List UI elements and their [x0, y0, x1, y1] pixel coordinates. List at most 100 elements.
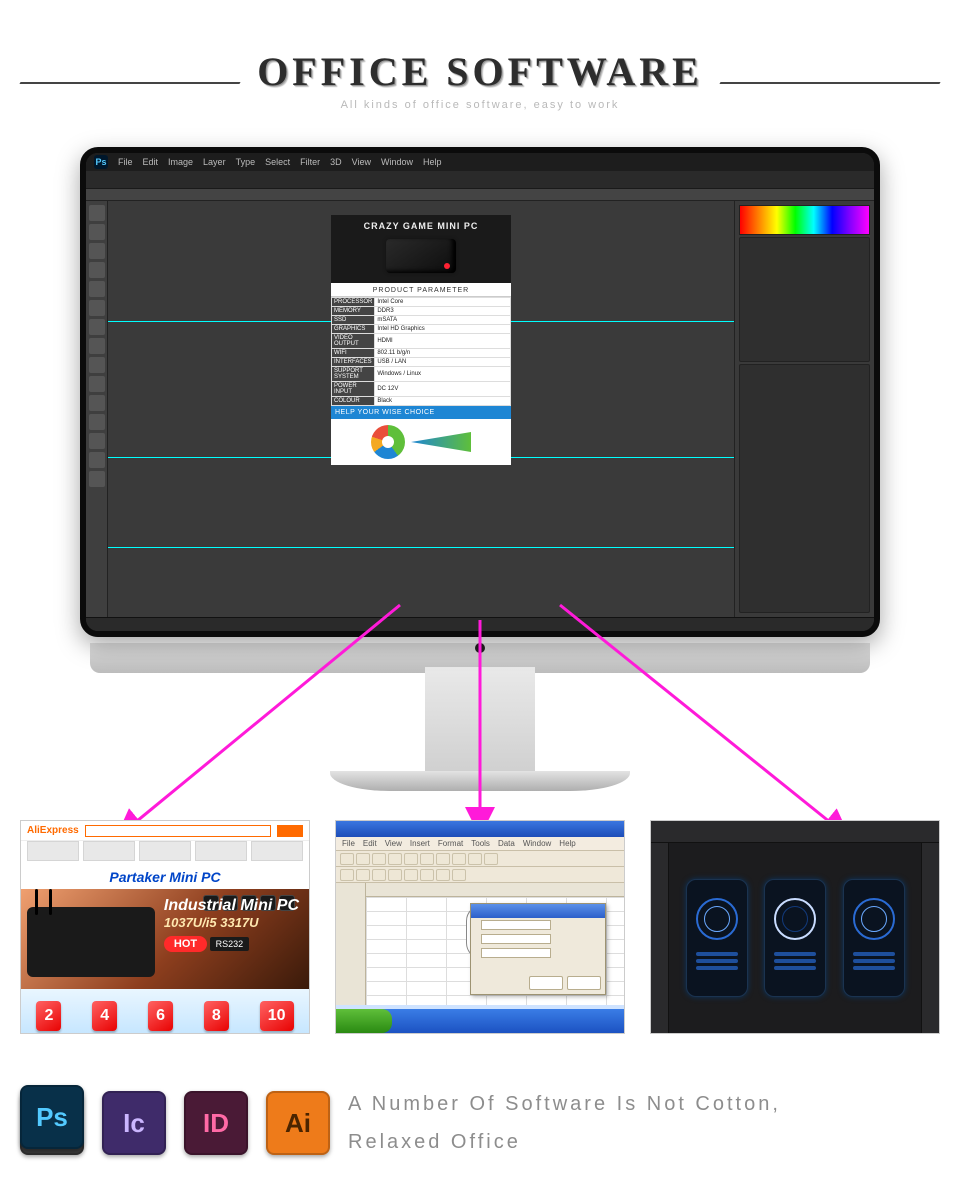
ps-menubar[interactable]: Ps File Edit Image Layer Type Select Fil… — [86, 153, 874, 171]
mockup-phone[interactable] — [764, 879, 826, 997]
toolbar-button-icon[interactable] — [436, 869, 450, 881]
menu-item[interactable]: Help — [559, 839, 575, 848]
ps-menu-item[interactable]: Type — [236, 157, 256, 167]
dt-right-panel[interactable] — [921, 843, 939, 1033]
toolbar-button-icon[interactable] — [484, 853, 498, 865]
shape-tool-icon[interactable] — [89, 433, 105, 449]
windows-taskbar[interactable] — [336, 1009, 624, 1033]
product-thumb[interactable] — [195, 841, 247, 861]
toolbar-button-icon[interactable] — [340, 853, 354, 865]
menu-item[interactable]: File — [342, 839, 355, 848]
excel-menubar[interactable]: File Edit View Insert Format Tools Data … — [336, 837, 624, 851]
wand-tool-icon[interactable] — [89, 262, 105, 278]
mockup-phone[interactable] — [843, 879, 905, 997]
search-input[interactable] — [85, 825, 271, 837]
product-thumb[interactable] — [139, 841, 191, 861]
toolbar-button-icon[interactable] — [388, 869, 402, 881]
toolbar-button-icon[interactable] — [372, 853, 386, 865]
dialog-field[interactable] — [481, 934, 551, 944]
move-tool-icon[interactable] — [89, 205, 105, 221]
search-button[interactable] — [277, 825, 303, 837]
format-dialog[interactable] — [470, 903, 606, 995]
promo-value[interactable]: 4 — [92, 1001, 117, 1031]
toolbar-button-icon[interactable] — [468, 853, 482, 865]
gradient-tool-icon[interactable] — [89, 376, 105, 392]
column-headers[interactable] — [366, 883, 624, 897]
product-thumb[interactable] — [27, 841, 79, 861]
ps-right-panels[interactable] — [734, 201, 874, 617]
ok-button[interactable] — [529, 976, 563, 990]
store-logo[interactable]: AliExpress — [27, 825, 79, 836]
marquee-tool-icon[interactable] — [89, 224, 105, 240]
excel-toolbar[interactable] — [336, 851, 624, 867]
mockup-phone[interactable] — [686, 879, 748, 997]
ps-tool-palette[interactable] — [86, 201, 108, 617]
clone-tool-icon[interactable] — [89, 338, 105, 354]
excel-titlebar[interactable] — [336, 821, 624, 837]
ps-menu-item[interactable]: Help — [423, 157, 442, 167]
toolbar-button-icon[interactable] — [340, 869, 354, 881]
toolbar-button-icon[interactable] — [420, 869, 434, 881]
pen-tool-icon[interactable] — [89, 414, 105, 430]
ps-menu-item[interactable]: File — [118, 157, 133, 167]
menu-item[interactable]: View — [385, 839, 402, 848]
dt-left-panel[interactable] — [651, 843, 669, 1033]
ps-menu-item[interactable]: Select — [265, 157, 290, 167]
ps-menu-item[interactable]: Image — [168, 157, 193, 167]
ps-menu-item[interactable]: Layer — [203, 157, 226, 167]
guide-line[interactable] — [108, 547, 734, 548]
menu-item[interactable]: Tools — [471, 839, 490, 848]
menu-item[interactable]: Data — [498, 839, 515, 848]
toolbar-button-icon[interactable] — [452, 853, 466, 865]
toolbar-button-icon[interactable] — [404, 853, 418, 865]
brush-tool-icon[interactable] — [89, 319, 105, 335]
dialog-field[interactable] — [481, 948, 551, 958]
hand-tool-icon[interactable] — [89, 452, 105, 468]
toolbar-button-icon[interactable] — [404, 869, 418, 881]
eyedropper-tool-icon[interactable] — [89, 300, 105, 316]
toolbar-button-icon[interactable] — [420, 853, 434, 865]
cancel-button[interactable] — [567, 976, 601, 990]
dialog-field[interactable] — [481, 920, 551, 930]
product-thumb[interactable] — [251, 841, 303, 861]
dt-canvas[interactable] — [669, 843, 921, 1033]
store-hero-banner[interactable]: Industrial Mini PC 1037U/i5 3317U HOT RS… — [21, 889, 309, 989]
promo-value[interactable]: 2 — [36, 1001, 61, 1031]
promo-value[interactable]: 10 — [260, 1001, 294, 1031]
crop-tool-icon[interactable] — [89, 281, 105, 297]
eraser-tool-icon[interactable] — [89, 357, 105, 373]
product-thumb[interactable] — [83, 841, 135, 861]
promo-value[interactable]: 6 — [148, 1001, 173, 1031]
ps-menu-item[interactable]: 3D — [330, 157, 342, 167]
color-swatches-panel[interactable] — [739, 205, 870, 235]
row-headers[interactable] — [336, 883, 366, 1005]
toolbar-button-icon[interactable] — [372, 869, 386, 881]
dt-toolbar[interactable] — [651, 821, 939, 843]
toolbar-button-icon[interactable] — [356, 853, 370, 865]
promo-value[interactable]: 8 — [204, 1001, 229, 1031]
ps-options-bar[interactable] — [86, 171, 874, 189]
adjustments-panel[interactable] — [739, 237, 870, 362]
dialog-titlebar[interactable] — [471, 904, 605, 918]
toolbar-button-icon[interactable] — [388, 853, 402, 865]
toolbar-button-icon[interactable] — [436, 853, 450, 865]
start-button[interactable] — [336, 1009, 392, 1033]
layers-panel[interactable] — [739, 364, 870, 613]
menu-item[interactable]: Edit — [363, 839, 377, 848]
menu-item[interactable]: Format — [438, 839, 463, 848]
ps-menu-item[interactable]: Window — [381, 157, 413, 167]
toolbar-button-icon[interactable] — [452, 869, 466, 881]
ps-canvas[interactable]: CRAZY GAME MINI PC PRODUCT PARAMETER PRO… — [108, 201, 734, 617]
ps-document[interactable]: CRAZY GAME MINI PC PRODUCT PARAMETER PRO… — [331, 215, 511, 465]
menu-item[interactable]: Insert — [410, 839, 430, 848]
zoom-tool-icon[interactable] — [89, 471, 105, 487]
ps-menu-item[interactable]: Filter — [300, 157, 320, 167]
excel-format-toolbar[interactable] — [336, 867, 624, 883]
menu-item[interactable]: Window — [523, 839, 551, 848]
spreadsheet-grid[interactable] — [336, 883, 624, 1005]
toolbar-button-icon[interactable] — [356, 869, 370, 881]
ps-menu-item[interactable]: View — [352, 157, 371, 167]
ps-menu-item[interactable]: Edit — [143, 157, 159, 167]
type-tool-icon[interactable] — [89, 395, 105, 411]
lasso-tool-icon[interactable] — [89, 243, 105, 259]
